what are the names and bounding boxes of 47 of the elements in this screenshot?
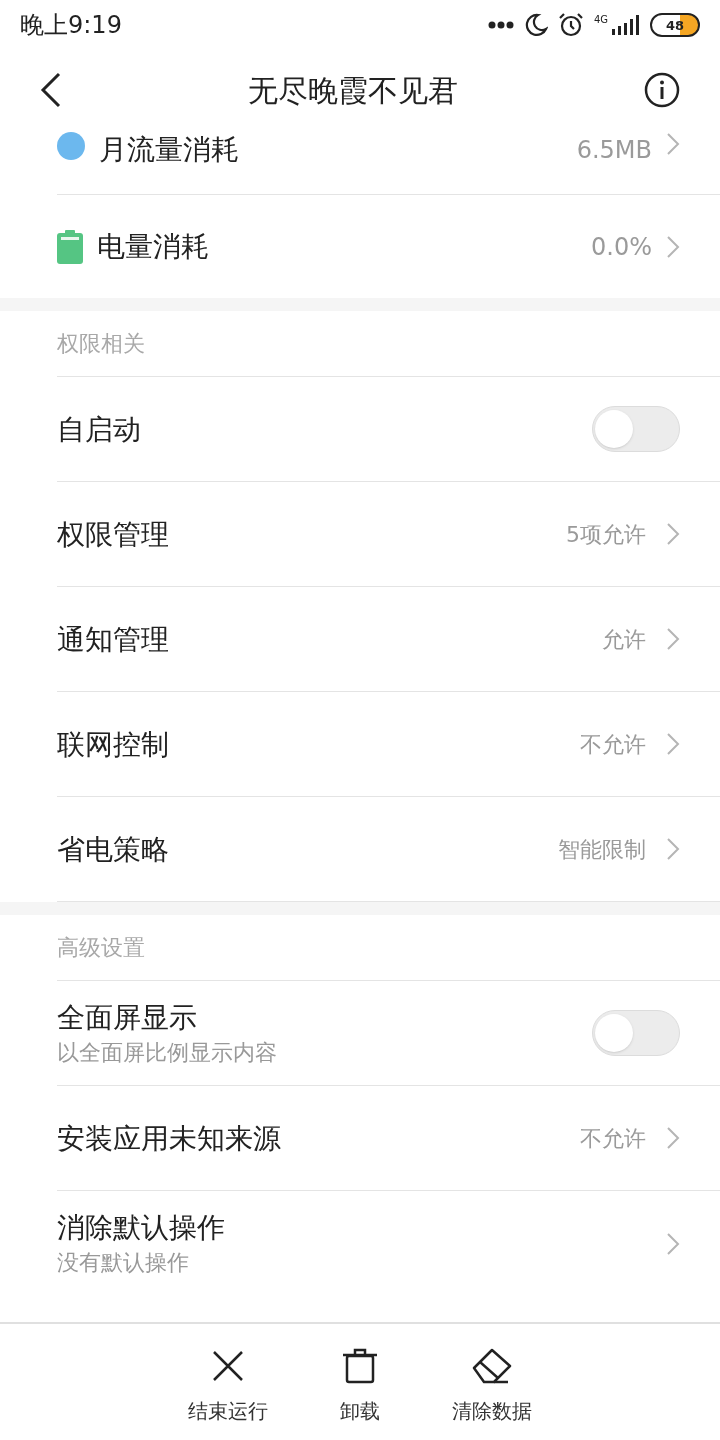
- setting-label: 省电策略: [57, 831, 170, 867]
- section-header: 高级设置: [57, 934, 145, 962]
- setting-label: 通知管理: [57, 621, 170, 657]
- setting-label: 联网控制: [57, 726, 170, 762]
- setting-label: 全面屏显示: [57, 999, 198, 1035]
- setting-value: 智能限制: [558, 835, 646, 864]
- setting-label: 权限管理: [57, 516, 170, 552]
- info-icon[interactable]: [644, 72, 680, 108]
- close-icon: [212, 1350, 244, 1382]
- chevron-right-icon: [666, 132, 680, 156]
- battery-icon: [57, 229, 83, 264]
- chevron-right-icon: [666, 1126, 680, 1150]
- action-button[interactable]: 卸载: [334, 1346, 386, 1440]
- setting-value: 不允许: [580, 1124, 646, 1153]
- section-header: 权限相关: [57, 330, 145, 358]
- chevron-right-icon: [666, 234, 680, 259]
- setting-description: 没有默认操作: [57, 1249, 190, 1277]
- setting-label: 自启动: [57, 411, 142, 447]
- toggle-switch[interactable]: [592, 406, 680, 452]
- trash-icon: [342, 1348, 378, 1384]
- setting-description: 以全面屏比例显示内容: [57, 1038, 278, 1067]
- status-time: 晚上9:19: [20, 10, 122, 41]
- setting-label: 安装应用未知来源: [57, 1120, 282, 1156]
- chevron-right-icon: [666, 522, 680, 546]
- alarm-clock-icon: [557, 12, 584, 38]
- usage-value: 6.5MB: [576, 135, 652, 166]
- network-type: 4G: [593, 15, 608, 25]
- eraser-icon: [472, 1348, 512, 1384]
- page-title: 无尽晚霞不见君: [248, 71, 458, 110]
- signal-icon: [610, 15, 640, 35]
- more-dots-icon: [487, 21, 514, 29]
- moon-icon: [523, 13, 548, 37]
- action-button[interactable]: 结束运行: [182, 1346, 274, 1440]
- usage-label: 月流量消耗: [99, 132, 240, 167]
- chevron-right-icon: [666, 1231, 680, 1256]
- back-icon[interactable]: [40, 72, 62, 108]
- setting-value: 5项允许: [566, 520, 646, 549]
- setting-value: 不允许: [580, 730, 646, 759]
- chevron-right-icon: [666, 627, 680, 651]
- setting-value: 允许: [602, 625, 646, 654]
- usage-label: 电量消耗: [97, 229, 210, 264]
- usage-value: 0.0%: [591, 231, 652, 263]
- chevron-right-icon: [666, 837, 680, 861]
- chevron-right-icon: [666, 732, 680, 756]
- toggle-switch[interactable]: [592, 1010, 680, 1056]
- setting-label: 消除默认操作: [57, 1210, 226, 1246]
- action-button[interactable]: 清除数据: [446, 1346, 538, 1440]
